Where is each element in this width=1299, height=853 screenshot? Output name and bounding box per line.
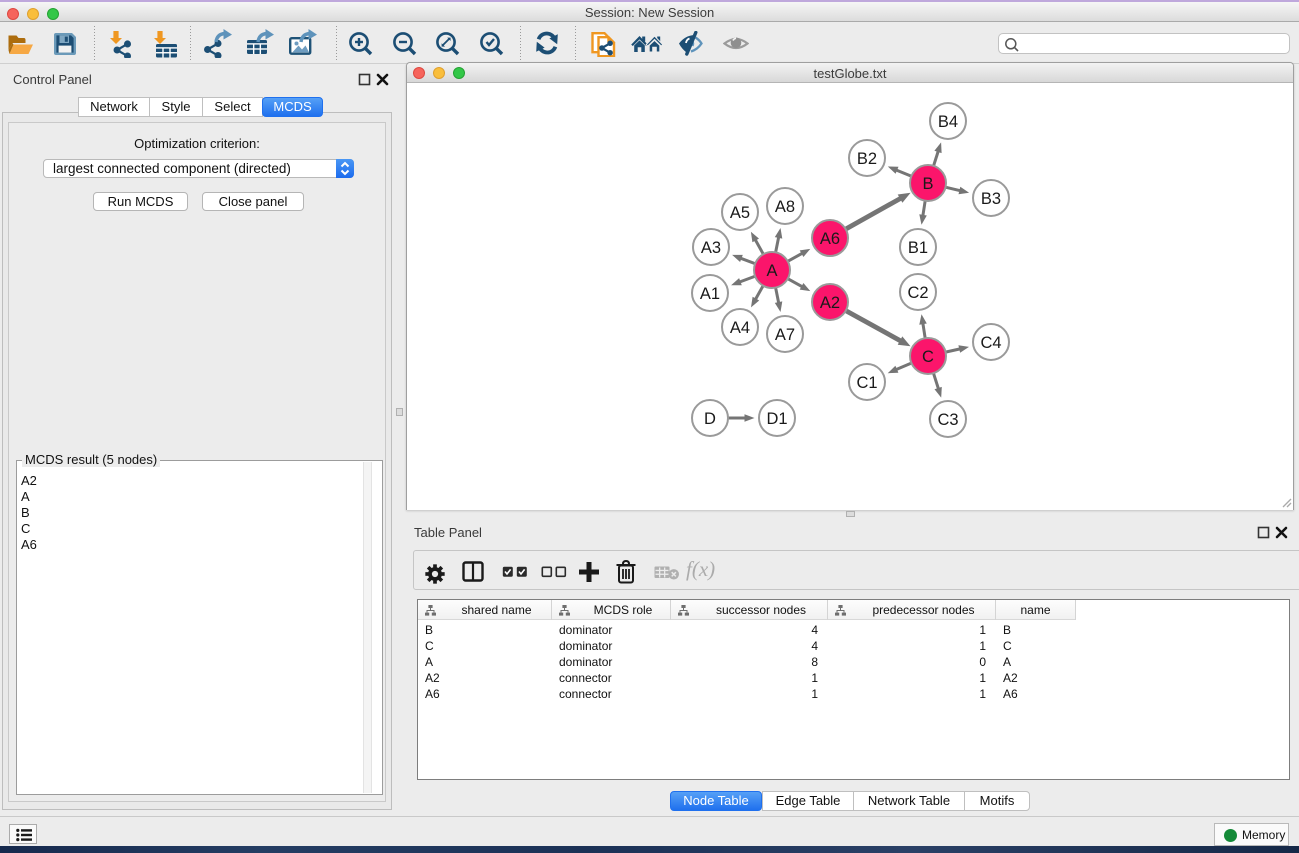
svg-text:A6: A6 — [820, 230, 840, 248]
svg-text:B1: B1 — [908, 239, 928, 257]
svg-text:C2: C2 — [907, 284, 928, 302]
svg-text:A2: A2 — [820, 294, 840, 312]
svg-text:A4: A4 — [730, 319, 750, 337]
svg-text:A3: A3 — [701, 239, 721, 257]
svg-text:A5: A5 — [730, 204, 750, 222]
svg-text:C3: C3 — [937, 411, 958, 429]
svg-text:D: D — [704, 410, 716, 428]
svg-text:C4: C4 — [980, 334, 1001, 352]
svg-text:B4: B4 — [938, 113, 958, 131]
svg-text:B3: B3 — [981, 190, 1001, 208]
svg-text:A: A — [766, 262, 777, 280]
svg-text:A8: A8 — [775, 198, 795, 216]
svg-text:B: B — [922, 175, 933, 193]
svg-text:D1: D1 — [766, 410, 787, 428]
svg-text:B2: B2 — [857, 150, 877, 168]
svg-text:C1: C1 — [856, 374, 877, 392]
svg-text:C: C — [922, 348, 934, 366]
svg-text:A7: A7 — [775, 326, 795, 344]
svg-text:A1: A1 — [700, 285, 720, 303]
